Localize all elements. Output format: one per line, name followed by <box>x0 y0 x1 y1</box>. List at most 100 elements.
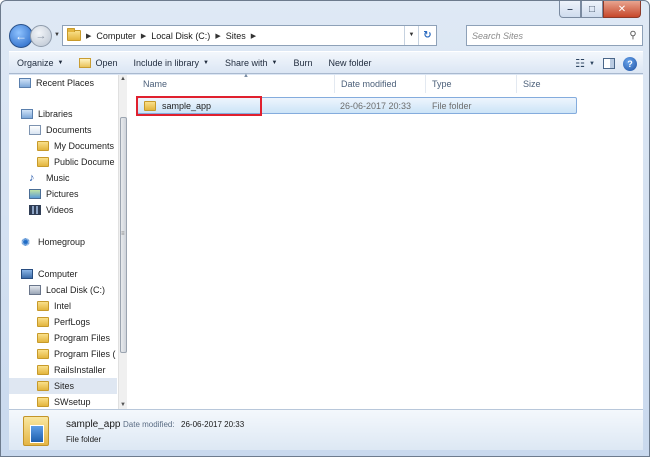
help-icon[interactable]: ? <box>623 56 637 71</box>
share-with-button[interactable]: Share with ▼ <box>217 51 285 74</box>
nav-label: Program Files ( <box>54 349 116 359</box>
details-type: File folder <box>66 435 102 444</box>
forward-button[interactable]: → <box>30 25 52 47</box>
nav-label: Music <box>46 173 70 183</box>
breadcrumb-separator-icon[interactable]: ▶ <box>141 32 146 40</box>
back-arrow-icon: ← <box>15 29 27 43</box>
new-folder-button[interactable]: New folder <box>321 51 380 74</box>
column-header-name[interactable]: Name ▲ <box>137 73 335 93</box>
scroll-down-icon[interactable]: ▼ <box>120 402 126 408</box>
include-in-library-button[interactable]: Include in library ▼ <box>126 51 217 74</box>
breadcrumb-local-disk[interactable]: Local Disk (C:) <box>151 31 210 41</box>
nav-item-libraries[interactable]: Libraries <box>21 106 125 122</box>
maximize-button[interactable]: □ <box>581 1 603 18</box>
nav-item-sites[interactable]: Sites <box>9 378 117 394</box>
nav-item-computer[interactable]: Computer <box>21 266 125 282</box>
close-button[interactable]: ✕ <box>603 1 641 18</box>
folder-icon <box>37 397 49 407</box>
file-list: Name ▲ Date modified Type Size sample_ap… <box>127 73 643 409</box>
nav-item-recent-places[interactable]: Recent Places <box>19 75 125 91</box>
column-header-label: Name <box>143 79 168 89</box>
nav-label: Program Files <box>54 333 111 343</box>
address-history-dropdown[interactable]: ▼ <box>404 26 418 45</box>
address-bar[interactable]: ▶ Computer ▶ Local Disk (C:) ▶ Sites ▶ ▼… <box>62 25 437 46</box>
nav-item-my-documents[interactable]: My Documents <box>37 138 125 154</box>
nav-item-pictures[interactable]: Pictures <box>29 186 125 202</box>
music-note-icon: ♪ <box>29 172 35 184</box>
nav-label: Local Disk (C:) <box>46 285 106 295</box>
search-input[interactable]: Search Sites ⚲ <box>466 25 643 46</box>
preview-pane-icon[interactable] <box>603 58 615 69</box>
chevron-down-icon: ▼ <box>271 59 278 66</box>
burn-button[interactable]: Burn <box>285 51 320 74</box>
address-controls: ▼ ↻ <box>404 26 436 45</box>
navigation-scrollbar[interactable]: ▲ ≡ ▼ <box>118 75 127 409</box>
refresh-icon[interactable]: ↻ <box>418 26 436 45</box>
folder-icon <box>37 381 49 391</box>
folder-icon <box>37 349 49 359</box>
folder-icon <box>37 301 49 311</box>
nav-item-perflogs[interactable]: PerfLogs <box>37 314 125 330</box>
nav-label: Intel <box>54 301 72 311</box>
nav-label: SWsetup <box>54 397 91 407</box>
breadcrumb-separator-icon[interactable]: ▶ <box>215 32 220 40</box>
include-in-library-label: Include in library <box>133 57 200 68</box>
column-header-size[interactable]: Size <box>517 75 577 93</box>
scroll-up-icon[interactable]: ▲ <box>120 76 126 82</box>
nav-item-intel[interactable]: Intel <box>37 298 125 314</box>
organize-label: Organize <box>17 57 54 68</box>
search-icon[interactable]: ⚲ <box>624 30 642 41</box>
search-placeholder: Search Sites <box>472 30 524 41</box>
nav-item-videos[interactable]: Videos <box>29 202 125 218</box>
nav-item-public-documents[interactable]: Public Docume <box>37 154 125 170</box>
column-header-type[interactable]: Type <box>426 75 517 93</box>
folder-icon <box>37 157 49 167</box>
nav-label: Public Docume <box>54 157 115 167</box>
breadcrumb-sites[interactable]: Sites <box>226 31 246 41</box>
command-bar-right: ☷ ▼ ? <box>571 52 643 75</box>
nav-label: RailsInstaller <box>54 365 106 375</box>
view-dropdown-icon[interactable]: ▼ <box>589 61 595 67</box>
address-row: ← → ▼ ▶ Computer ▶ Local Disk (C:) ▶ Sit… <box>9 23 643 49</box>
nav-label: Pictures <box>46 189 79 199</box>
sort-ascending-icon: ▲ <box>243 73 249 79</box>
recent-pages-dropdown[interactable]: ▼ <box>54 32 60 38</box>
minimize-button[interactable]: – <box>559 1 581 18</box>
nav-item-documents[interactable]: Documents <box>29 122 125 138</box>
nav-item-local-disk[interactable]: Local Disk (C:) <box>29 282 125 298</box>
column-header-label: Date modified <box>341 79 397 89</box>
folder-preview-icon <box>23 416 49 446</box>
details-name: sample_app <box>66 419 121 430</box>
details-date-value: 26-06-2017 20:33 <box>181 420 245 429</box>
nav-label: Recent Places <box>36 78 95 88</box>
folder-icon <box>37 365 49 375</box>
libraries-icon <box>21 109 33 119</box>
change-view-icon[interactable]: ☷ <box>571 57 589 70</box>
nav-item-program-files-x86[interactable]: Program Files ( <box>37 346 125 362</box>
breadcrumb-separator-icon[interactable]: ▶ <box>86 32 91 40</box>
videos-icon <box>29 205 41 215</box>
nav-label: PerfLogs <box>54 317 91 327</box>
navigation-pane: Recent Places Libraries Documents My Doc… <box>9 75 126 409</box>
caption-buttons: – □ ✕ <box>559 1 641 19</box>
breadcrumb-computer[interactable]: Computer <box>96 31 136 41</box>
nav-item-music[interactable]: ♪ Music <box>29 170 125 186</box>
explorer-window: – □ ✕ ← → ▼ ▶ Computer ▶ Local Disk (C:)… <box>0 0 650 457</box>
new-folder-label: New folder <box>328 57 372 68</box>
column-header-date-modified[interactable]: Date modified <box>335 75 426 93</box>
nav-label: Homegroup <box>38 237 86 247</box>
open-folder-icon <box>79 57 92 68</box>
organize-button[interactable]: Organize ▼ <box>9 51 71 74</box>
share-with-label: Share with <box>225 57 268 68</box>
open-button[interactable]: Open <box>71 51 125 74</box>
breadcrumb-separator-icon[interactable]: ▶ <box>251 32 256 40</box>
nav-label: Libraries <box>38 109 73 119</box>
nav-item-railsinstaller[interactable]: RailsInstaller <box>37 362 125 378</box>
documents-icon <box>29 125 41 135</box>
nav-item-program-files[interactable]: Program Files <box>37 330 125 346</box>
nav-label: Documents <box>46 125 92 135</box>
annotation-highlight-box <box>136 96 262 116</box>
nav-label: Videos <box>46 205 74 215</box>
nav-item-swsetup[interactable]: SWsetup <box>37 394 125 409</box>
nav-item-homegroup[interactable]: ✺ Homegroup <box>21 234 125 250</box>
